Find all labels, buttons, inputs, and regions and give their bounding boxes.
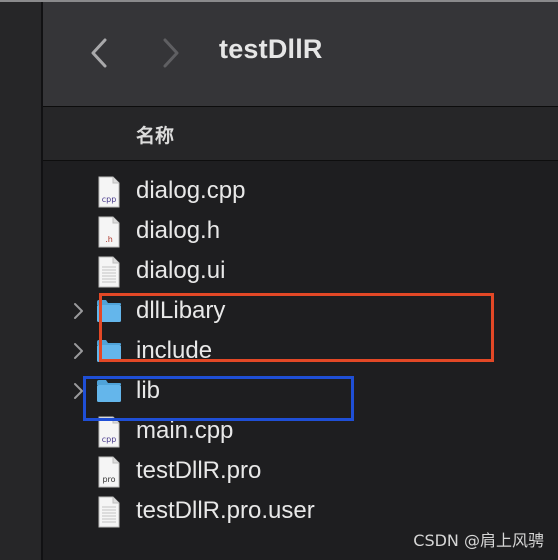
name-column-header[interactable]: 名称 xyxy=(136,121,174,148)
disclosure-chevron-icon[interactable] xyxy=(72,301,86,321)
file-name-label: dialog.h xyxy=(136,217,221,244)
file-name-label: testDllR.pro xyxy=(136,457,262,484)
sidebar xyxy=(0,2,41,560)
list-header: 名称 xyxy=(43,107,558,160)
file-row[interactable]: dialog.ui xyxy=(43,252,558,292)
blue-highlight-box xyxy=(83,376,354,421)
file-row[interactable]: .h dialog.h xyxy=(43,212,558,252)
disclosure-chevron-icon[interactable] xyxy=(72,341,86,361)
header-divider xyxy=(43,160,558,161)
file-name-label: testDllR.pro.user xyxy=(136,497,315,524)
file-type-badge: pro xyxy=(102,475,116,484)
chevron-left-icon xyxy=(91,38,107,68)
document-icon xyxy=(98,256,120,288)
file-type-badge: .h xyxy=(105,235,113,244)
red-highlight-box xyxy=(99,293,494,362)
chevron-right-icon xyxy=(163,38,179,68)
file-type-badge: cpp xyxy=(101,195,117,204)
finder-main-pane: testDllR 名称 cpp dialog.cpp .h dialog.h dialo… xyxy=(43,2,558,560)
file-name-label: dialog.cpp xyxy=(136,177,246,204)
file-row[interactable]: pro testDllR.pro xyxy=(43,452,558,492)
toolbar: testDllR xyxy=(43,2,558,106)
window-title: testDllR xyxy=(219,34,323,64)
watermark: CSDN @肩上风骋 xyxy=(413,531,544,550)
file-row[interactable]: testDllR.pro.user xyxy=(43,492,558,532)
file-name-label: main.cpp xyxy=(136,417,234,444)
file-type-badge: cpp xyxy=(101,435,117,444)
back-button[interactable] xyxy=(85,36,115,70)
document-icon xyxy=(98,496,120,528)
file-name-label: dialog.ui xyxy=(136,257,226,284)
forward-button[interactable] xyxy=(156,36,186,70)
file-row[interactable]: cpp dialog.cpp xyxy=(43,172,558,212)
